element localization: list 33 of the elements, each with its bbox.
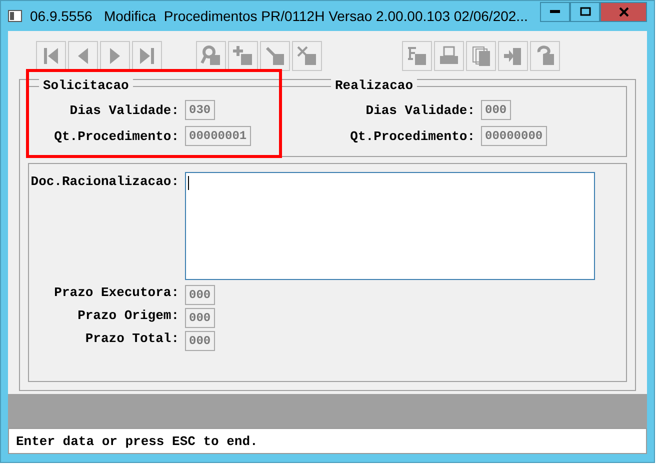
field-label: Prazo Executora: bbox=[53, 285, 179, 302]
close-button[interactable] bbox=[600, 2, 647, 22]
minimize-icon bbox=[550, 10, 560, 13]
field-label: Dias Validade: bbox=[68, 102, 179, 118]
maximize-icon bbox=[580, 7, 590, 16]
field-label: Qt.Procedimento: bbox=[53, 128, 179, 144]
filter-icon bbox=[406, 45, 428, 67]
app-icon bbox=[8, 10, 22, 22]
value-field[interactable]: 00000001 bbox=[185, 126, 251, 146]
window-title: 06.9.5556 Modifica Procedimentos PR/0112H Versao 2.00.00.103 02/06/202... bbox=[30, 8, 529, 24]
field-label: Prazo Total: bbox=[84, 331, 179, 348]
field-label: Qt.Procedimento: bbox=[349, 128, 475, 144]
delete-icon bbox=[296, 45, 318, 67]
value-field[interactable]: 030 bbox=[185, 100, 215, 120]
field-label: Prazo Origem: bbox=[76, 308, 179, 325]
exit-door-icon bbox=[502, 45, 524, 67]
minimize-button[interactable] bbox=[540, 2, 570, 22]
value-field[interactable]: 000 bbox=[185, 331, 215, 351]
field-label: Dias Validade: bbox=[364, 102, 475, 118]
close-icon bbox=[618, 6, 628, 16]
add-icon bbox=[232, 45, 254, 67]
value-field[interactable]: 000 bbox=[185, 308, 215, 328]
maximize-button[interactable] bbox=[570, 2, 600, 22]
pencil-icon bbox=[264, 45, 286, 67]
documents-icon bbox=[470, 45, 492, 67]
text-area[interactable] bbox=[185, 172, 595, 280]
value-field[interactable]: 000 bbox=[481, 100, 511, 120]
status-text: Enter data or press ESC to end. bbox=[16, 434, 258, 449]
search-icon bbox=[200, 45, 222, 67]
field-label: Doc.Racionalizacao: bbox=[30, 174, 179, 189]
printer-icon bbox=[438, 45, 460, 67]
value-field[interactable]: 000 bbox=[185, 285, 215, 305]
value-field[interactable]: 00000000 bbox=[481, 126, 547, 146]
